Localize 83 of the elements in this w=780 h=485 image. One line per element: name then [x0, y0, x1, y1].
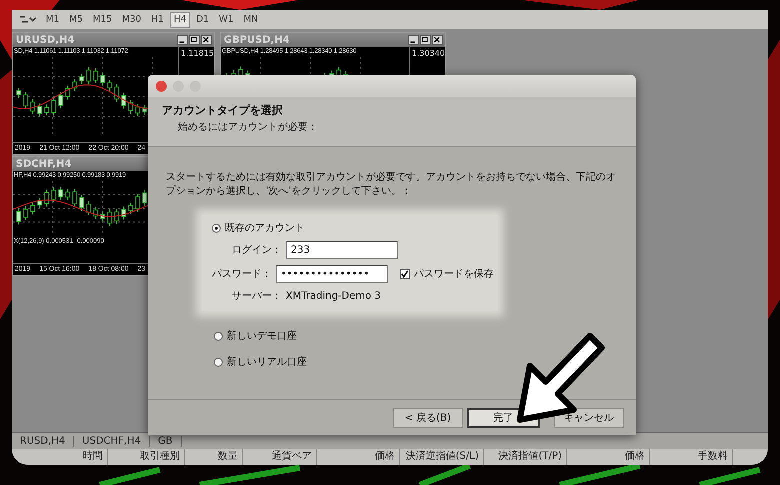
candle — [72, 188, 78, 208]
login-field[interactable]: 233 — [286, 241, 398, 259]
price-label: 1.30340 — [411, 49, 445, 58]
candle — [16, 208, 22, 226]
candle — [100, 211, 106, 222]
candle — [114, 208, 120, 225]
column-header: 通貨ペア — [243, 449, 317, 465]
candle — [72, 78, 78, 92]
timeframe-button[interactable]: M5 — [66, 12, 87, 28]
candle — [44, 189, 50, 208]
candle — [128, 202, 134, 214]
candle — [136, 104, 140, 117]
candle — [114, 84, 120, 103]
candle — [30, 98, 36, 115]
save-password-checkbox[interactable]: パスワードを保存 — [400, 267, 494, 281]
column-header: 数量 — [185, 449, 243, 465]
candle — [66, 85, 70, 100]
dialog-button[interactable]: < 戻る(B) — [393, 408, 463, 428]
dialog-title: アカウントタイプを選択 — [162, 103, 284, 118]
timeframe-button[interactable]: M30 — [118, 12, 146, 28]
price-label: 1.11815 — [180, 49, 214, 58]
candle — [24, 206, 28, 221]
candle — [122, 92, 126, 110]
candle — [30, 202, 36, 216]
timeframe-button[interactable]: M15 — [89, 12, 116, 28]
candle — [38, 198, 42, 209]
checkmark-icon — [401, 270, 409, 278]
radio-option[interactable]: 新しいリアル口座 — [214, 355, 618, 369]
candle — [94, 206, 98, 220]
candle — [108, 208, 112, 227]
candle — [16, 88, 22, 98]
column-header: 価格 — [317, 449, 400, 465]
server-value: XMTrading-Demo 3 — [286, 290, 382, 302]
field-label: サーバー： — [231, 290, 282, 303]
minimize-icon[interactable] — [408, 35, 419, 45]
column-header: 決済指値(T/P) — [484, 449, 567, 465]
candle — [52, 97, 56, 116]
candle — [58, 92, 64, 110]
candle — [86, 66, 92, 85]
candle — [142, 190, 148, 207]
timeframe-button[interactable]: W1 — [215, 12, 238, 28]
candle — [100, 72, 106, 86]
column-header: 決済逆指値(S/L) — [400, 449, 484, 465]
dialog-subtitle: 始めるにはアカウントが必要： — [177, 120, 319, 134]
radio-option[interactable]: 既存のアカウント — [212, 221, 488, 235]
field-label: パスワード： — [212, 268, 272, 281]
column-header: 手数料 — [650, 449, 733, 465]
close-icon[interactable] — [432, 35, 443, 45]
password-field[interactable]: ••••••••••••••• — [276, 265, 388, 283]
candle — [52, 186, 56, 203]
minimize-icon[interactable] — [177, 35, 188, 45]
candle — [80, 194, 84, 212]
timeframe-button[interactable]: H4 — [170, 12, 190, 28]
candle — [108, 80, 112, 92]
chart-window-title: URUSD,H4 — [16, 34, 75, 46]
candle — [122, 206, 126, 220]
column-header: 時間 — [12, 449, 108, 465]
candle — [66, 188, 70, 201]
field-label: ログイン： — [231, 244, 282, 257]
candle — [24, 92, 28, 110]
maximize-icon[interactable] — [420, 35, 431, 45]
radio-option[interactable]: 新しいデモ口座 — [214, 329, 618, 343]
close-icon[interactable] — [201, 35, 212, 45]
timeframe-button[interactable]: M1 — [42, 12, 64, 28]
timeframe-button[interactable]: D1 — [192, 12, 214, 28]
candle — [136, 194, 140, 213]
candle — [142, 104, 148, 116]
candle — [86, 200, 92, 216]
description-text: スタートするためには有効な取引アカウントが必要です。アカウントをお持ちでない場合、下記のオプションから選択し、'次へ'をクリックして下さい。： — [166, 171, 617, 199]
column-header: 取引種別 — [108, 449, 185, 465]
candle — [94, 68, 98, 84]
candle — [58, 186, 64, 201]
candle — [128, 99, 134, 114]
candle — [80, 74, 84, 85]
timeframe-button[interactable]: MN — [240, 12, 262, 28]
chart-tab[interactable]: RUSD,H4 — [12, 436, 74, 446]
timeframe-button[interactable]: H1 — [147, 12, 168, 28]
chart-window-title: GBPUSD,H4 — [224, 34, 290, 46]
maximize-icon[interactable] — [189, 35, 200, 45]
candle — [38, 103, 42, 118]
chart-window-title: SDCHF,H4 — [16, 158, 72, 170]
column-header: 価格 — [567, 449, 650, 465]
candle — [44, 104, 50, 116]
